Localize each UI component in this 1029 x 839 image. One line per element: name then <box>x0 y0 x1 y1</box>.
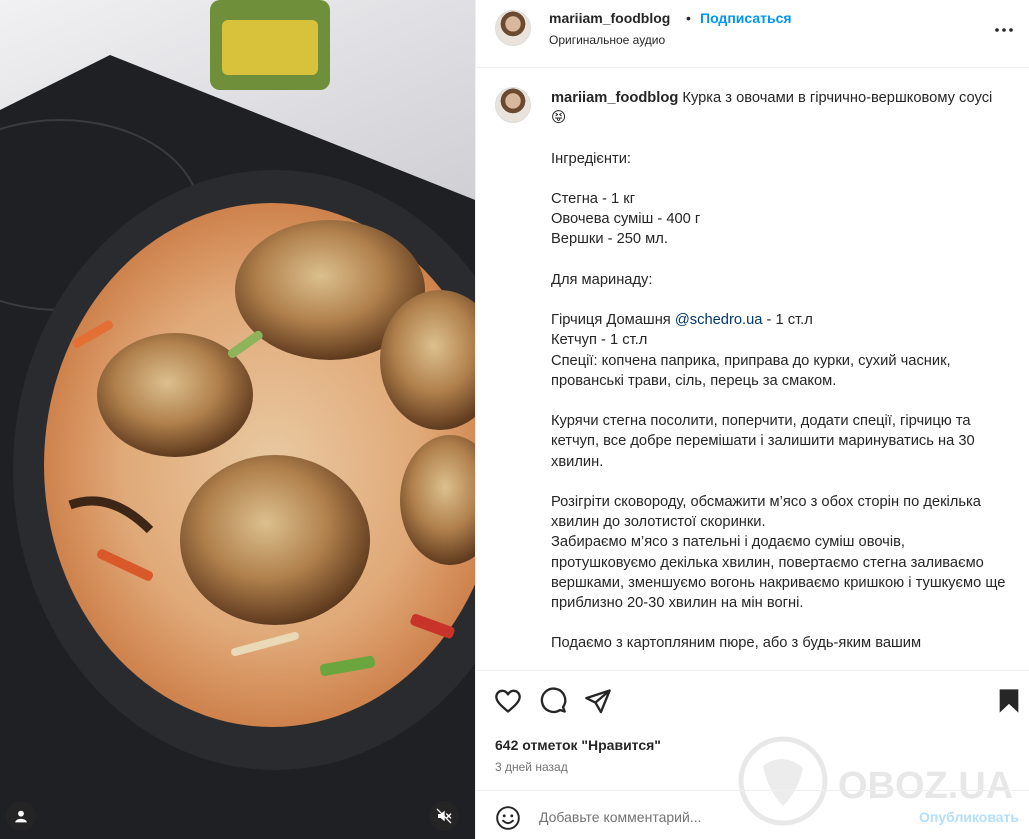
post-media[interactable] <box>0 0 475 839</box>
caption-body-part-2: - 1 ст.л Кетчуп - 1 ст.л Спеції: копчена… <box>551 312 1006 652</box>
send-icon[interactable] <box>584 687 612 715</box>
caption-author-avatar[interactable] <box>495 87 531 123</box>
original-audio-link[interactable]: Оригинальное аудио <box>549 33 665 47</box>
header-separator: • <box>686 10 691 26</box>
author-avatar[interactable] <box>495 10 531 46</box>
heart-icon[interactable] <box>494 687 522 715</box>
author-username[interactable]: mariiam_foodblog <box>549 10 670 26</box>
follow-button[interactable]: Подписаться <box>700 10 792 26</box>
mute-button[interactable] <box>429 801 459 831</box>
tagged-users-button[interactable] <box>6 801 36 831</box>
comment-input[interactable] <box>539 805 899 829</box>
post-actions: 642 отметок "Нравится" 3 дней назад <box>476 670 1029 790</box>
likes-count[interactable]: 642 отметок "Нравится" <box>495 737 661 753</box>
caption-body-part-1: Інгредієнти: Стегна - 1 кг Овочева суміш… <box>551 150 701 329</box>
post-side-panel: mariiam_foodblog • Подписаться Оригиналь… <box>475 0 1029 839</box>
post-caption: mariiam_foodblog Курка з овочами в гірчи… <box>476 69 1029 670</box>
comment-bar: Опубликовать <box>476 790 1029 839</box>
speaker-muted-icon <box>436 808 452 824</box>
post-header: mariiam_foodblog • Подписаться Оригиналь… <box>476 0 1029 68</box>
more-horizontal-icon[interactable] <box>992 18 1016 42</box>
user-icon <box>15 810 27 823</box>
caption-username[interactable]: mariiam_foodblog <box>551 90 678 106</box>
bookmark-icon[interactable] <box>995 687 1023 715</box>
publish-button[interactable]: Опубликовать <box>919 809 1019 825</box>
post-timestamp[interactable]: 3 дней назад <box>495 760 568 774</box>
mention-link[interactable]: @schedro.ua <box>675 312 763 328</box>
food-video-frame <box>0 0 475 839</box>
caption-text: mariiam_foodblog Курка з овочами в гірчи… <box>551 88 1011 654</box>
emoji-icon[interactable] <box>495 805 521 831</box>
comment-icon[interactable] <box>539 687 567 715</box>
